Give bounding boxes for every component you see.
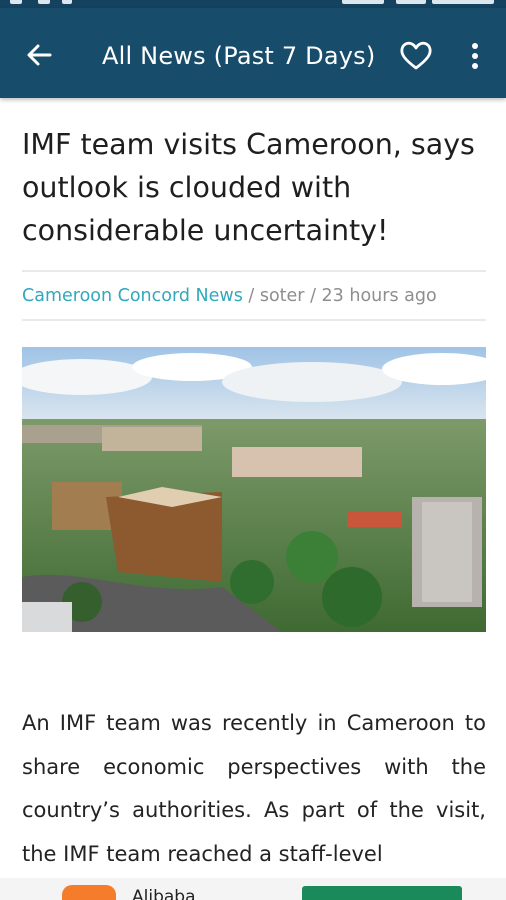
meta-separator: / xyxy=(242,286,260,306)
clock xyxy=(432,0,494,4)
notification-icon xyxy=(62,0,72,4)
ad-app-icon xyxy=(62,885,116,900)
source-link[interactable]: Cameroon Concord News xyxy=(22,286,243,306)
favorite-button[interactable] xyxy=(399,40,433,72)
back-button[interactable] xyxy=(22,38,56,72)
article-body: An IMF team was recently in Cameroon to … xyxy=(22,711,486,866)
more-vert-icon xyxy=(472,43,478,69)
page-title: All News (Past 7 Days) xyxy=(102,42,376,70)
status-bar xyxy=(0,0,506,8)
arrow-left-icon xyxy=(27,44,52,66)
heart-outline-icon xyxy=(400,41,432,70)
notification-icon xyxy=(38,0,50,4)
app-bar: All News (Past 7 Days) xyxy=(0,8,506,98)
ad-app-name: Alibaba xyxy=(132,887,196,900)
ad-banner[interactable]: Alibaba xyxy=(0,878,506,900)
divider xyxy=(22,270,486,272)
battery-icon xyxy=(396,0,426,4)
article-meta: Cameroon Concord News / soter / 23 hours… xyxy=(22,286,437,306)
timestamp: 23 hours ago xyxy=(321,286,437,306)
article-image xyxy=(22,347,486,632)
author-name: soter xyxy=(259,286,305,306)
meta-separator: / xyxy=(304,286,322,306)
ad-install-button[interactable] xyxy=(302,886,462,900)
article-headline: IMF team visits Cameroon, says outlook i… xyxy=(22,128,475,247)
more-options-button[interactable] xyxy=(466,40,484,72)
signal-icon xyxy=(342,0,384,4)
notification-icon xyxy=(10,0,22,4)
divider xyxy=(22,319,486,321)
